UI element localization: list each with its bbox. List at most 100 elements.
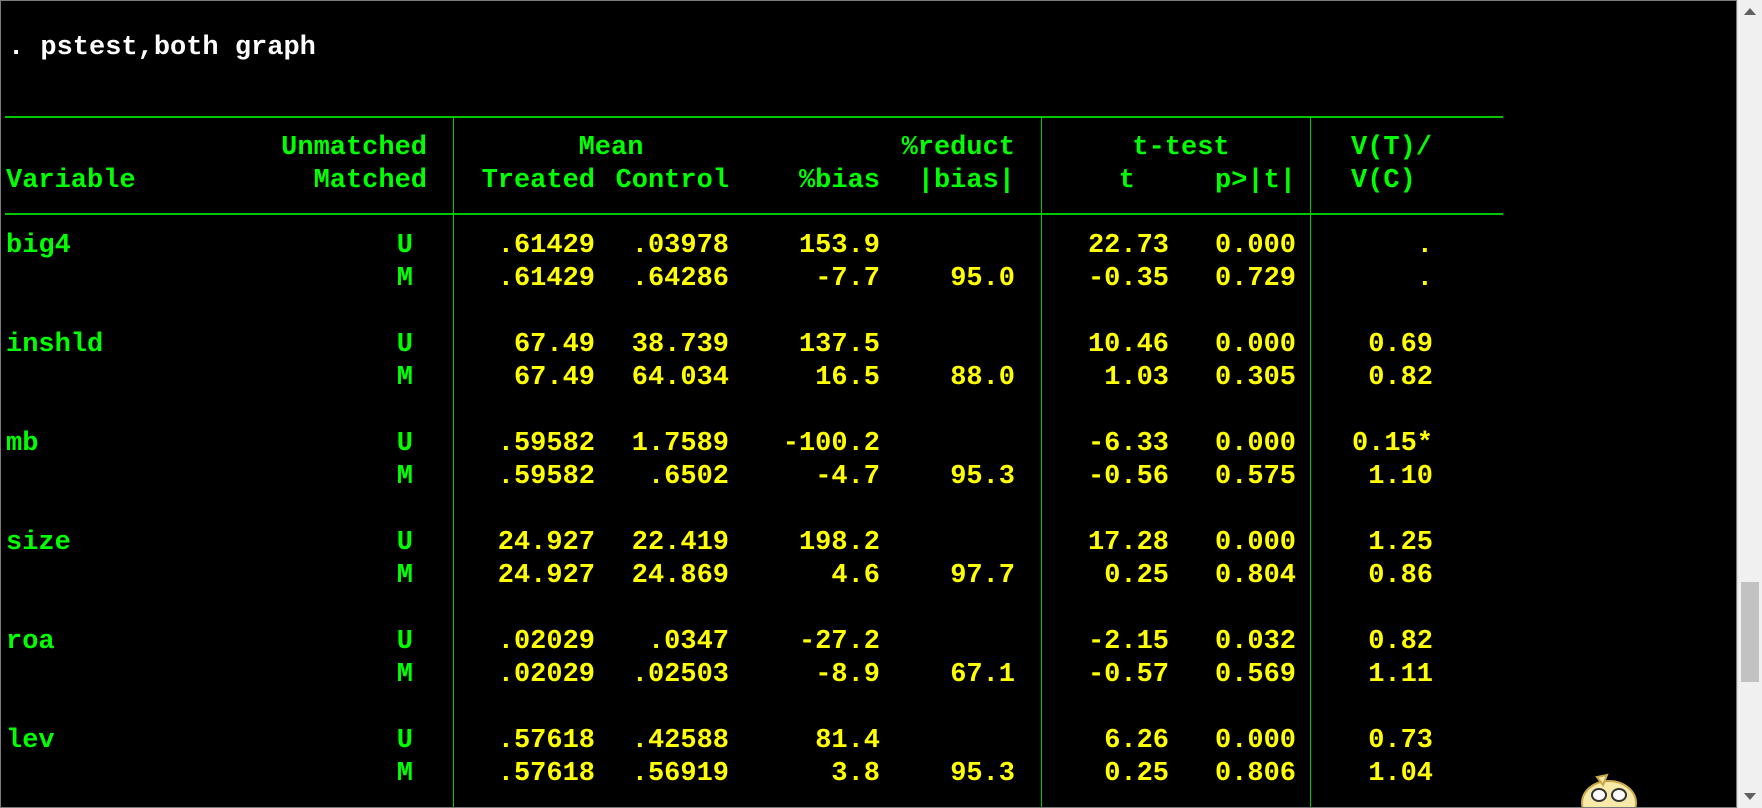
sample-type: M <box>396 264 413 294</box>
header-mean: Mean <box>578 133 644 163</box>
control-mean: .0347 <box>647 627 729 657</box>
variance-ratio: . <box>1416 264 1433 294</box>
pct-reduct: 95.0 <box>950 264 1015 294</box>
header-treated: Treated <box>481 166 595 196</box>
control-mean: 1.7589 <box>631 429 729 459</box>
header-unmatched: Unmatched <box>281 133 427 163</box>
sample-type: M <box>396 759 413 789</box>
pct-bias: 153.9 <box>798 231 880 261</box>
pct-reduct: 67.1 <box>950 660 1015 690</box>
pct-reduct <box>881 626 1015 658</box>
command-line: . pstest,both graph <box>8 33 316 63</box>
p-value: 0.575 <box>1214 462 1296 492</box>
variable-name: big4 <box>6 231 71 261</box>
pct-bias: 198.2 <box>798 528 880 558</box>
table-top-rule <box>5 116 1503 118</box>
header-ttest: t-test <box>1132 133 1230 163</box>
treated-mean: .57618 <box>497 726 595 756</box>
control-mean: .64286 <box>631 264 729 294</box>
pct-bias: -27.2 <box>798 627 880 657</box>
control-mean: .6502 <box>647 462 729 492</box>
pct-bias: -100.2 <box>782 429 880 459</box>
pct-reduct: 97.7 <box>950 561 1015 591</box>
control-mean: 22.419 <box>631 528 729 558</box>
arrow-up-icon[interactable] <box>1744 8 1756 15</box>
arrow-down-icon[interactable] <box>1744 793 1756 800</box>
sample-type: U <box>396 627 413 657</box>
variance-ratio: 1.04 <box>1368 759 1433 789</box>
sample-type: M <box>396 462 413 492</box>
pct-bias: -7.7 <box>815 264 880 294</box>
pct-reduct <box>881 527 1015 559</box>
p-value: 0.000 <box>1214 726 1296 756</box>
sample-type: M <box>396 561 413 591</box>
p-value: 0.000 <box>1214 231 1296 261</box>
variance-ratio: 0.82 <box>1368 363 1433 393</box>
pct-reduct: 88.0 <box>950 363 1015 393</box>
control-mean: .42588 <box>631 726 729 756</box>
control-mean: 64.034 <box>631 363 729 393</box>
treated-mean: .57618 <box>497 759 595 789</box>
variance-ratio: . <box>1416 231 1433 261</box>
treated-mean: 67.49 <box>513 363 595 393</box>
pct-reduct: 95.3 <box>950 462 1015 492</box>
header-bias: %bias <box>798 166 880 196</box>
pct-bias: -4.7 <box>815 462 880 492</box>
p-value: 0.804 <box>1214 561 1296 591</box>
treated-mean: .59582 <box>497 462 595 492</box>
pct-reduct <box>881 428 1015 460</box>
pct-reduct: 95.3 <box>950 759 1015 789</box>
treated-mean: 67.49 <box>513 330 595 360</box>
p-value: 0.032 <box>1214 627 1296 657</box>
pct-bias: 137.5 <box>798 330 880 360</box>
vertical-scrollbar[interactable] <box>1737 0 1762 808</box>
header-variable: Variable <box>6 166 136 196</box>
variance-ratio: 1.25 <box>1368 528 1433 558</box>
variance-ratio: 0.73 <box>1368 726 1433 756</box>
sample-type: U <box>396 231 413 261</box>
control-mean: 24.869 <box>631 561 729 591</box>
header-control: Control <box>615 166 729 196</box>
column-divider-2 <box>1041 116 1042 807</box>
pct-reduct <box>881 329 1015 361</box>
sample-type: U <box>396 528 413 558</box>
variance-ratio: 0.69 <box>1368 330 1433 360</box>
p-value: 0.569 <box>1214 660 1296 690</box>
variance-ratio: 0.15* <box>1351 429 1433 459</box>
p-value: 0.305 <box>1214 363 1296 393</box>
control-mean: .56919 <box>631 759 729 789</box>
variable-name: size <box>6 528 71 558</box>
treated-mean: 24.927 <box>497 561 595 591</box>
header-p: p>|t| <box>1214 166 1296 196</box>
header-vt: V(T)/ <box>1351 133 1433 163</box>
header-reduct: %reduct <box>901 133 1015 163</box>
sample-type: M <box>396 660 413 690</box>
pct-bias: 81.4 <box>815 726 880 756</box>
p-value: 0.806 <box>1214 759 1296 789</box>
pct-bias: -8.9 <box>815 660 880 690</box>
header-t: t <box>1118 166 1135 196</box>
variable-name: mb <box>6 429 39 459</box>
p-value: 0.000 <box>1214 528 1296 558</box>
variable-name: lev <box>6 726 55 756</box>
control-mean: 38.739 <box>631 330 729 360</box>
variance-ratio: 0.86 <box>1368 561 1433 591</box>
pct-bias: 16.5 <box>815 363 880 393</box>
variance-ratio: 0.82 <box>1368 627 1433 657</box>
mascot-icon <box>1581 773 1637 807</box>
pct-reduct <box>881 725 1015 757</box>
treated-mean: 24.927 <box>497 528 595 558</box>
p-value: 0.729 <box>1214 264 1296 294</box>
scrollbar-thumb[interactable] <box>1741 582 1759 682</box>
table-header-rule <box>5 213 1503 215</box>
variance-ratio: 1.10 <box>1368 462 1433 492</box>
treated-mean: .61429 <box>497 231 595 261</box>
treated-mean: .59582 <box>497 429 595 459</box>
p-value: 0.000 <box>1214 330 1296 360</box>
variable-name: inshld <box>6 330 104 360</box>
header-matched: Matched <box>313 166 427 196</box>
control-mean: .02503 <box>631 660 729 690</box>
pct-reduct <box>881 230 1015 262</box>
sample-type: U <box>396 429 413 459</box>
variance-ratio: 1.11 <box>1368 660 1433 690</box>
